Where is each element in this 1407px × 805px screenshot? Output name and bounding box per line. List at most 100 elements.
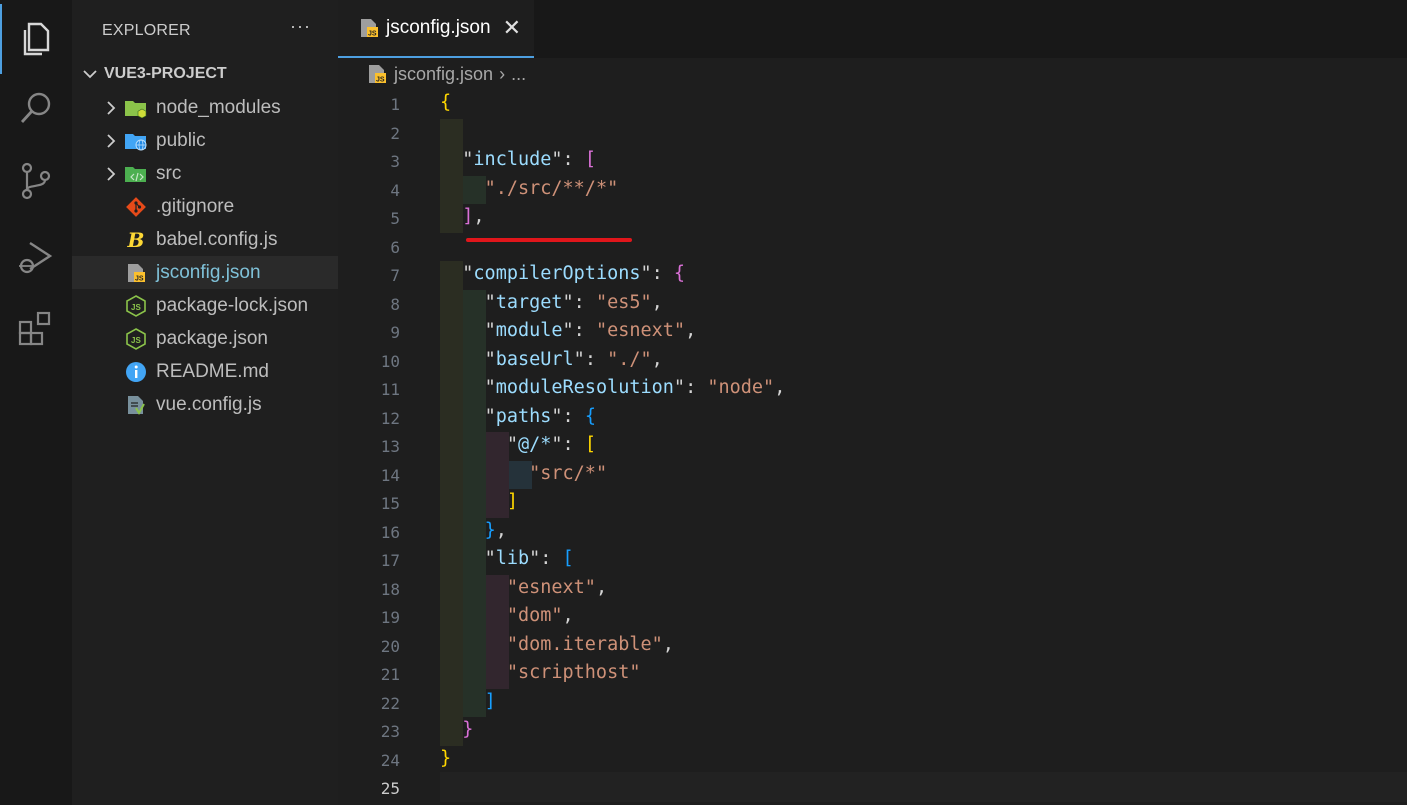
babel-icon: B xyxy=(127,227,145,252)
line-number: 12 xyxy=(380,408,400,428)
close-icon[interactable]: ✕ xyxy=(503,15,521,41)
svg-text:JS: JS xyxy=(131,303,141,312)
line-number: 24 xyxy=(380,750,400,770)
code-line: 25 xyxy=(338,774,1407,803)
code-line: 14 "src/*" xyxy=(338,461,1407,490)
project-header[interactable]: VUE3-PROJECT xyxy=(72,62,338,86)
explorer-icon[interactable] xyxy=(0,4,72,74)
line-number: 15 xyxy=(380,494,400,513)
code-line: 18 "esnext", xyxy=(338,575,1407,604)
chevron-right-icon xyxy=(98,166,124,181)
nodejs-icon: JS xyxy=(124,327,148,350)
tree-item-label: package-lock.json xyxy=(156,294,309,316)
tab-jsconfig[interactable]: JS jsconfig.json ✕ xyxy=(338,0,534,58)
code-line: 22 ] xyxy=(338,689,1407,718)
line-number: 1 xyxy=(390,95,400,114)
code-line: 12 "paths": { xyxy=(338,404,1407,433)
tree-file-gitignore[interactable]: .gitignore xyxy=(72,190,338,223)
info-icon xyxy=(124,361,148,383)
code-line: 4 "./src/**/*" xyxy=(338,176,1407,205)
tree-item-label: vue.config.js xyxy=(156,393,262,415)
code-line: 21 "scripthost" xyxy=(338,660,1407,689)
tree-file-package[interactable]: JS package.json xyxy=(72,322,338,355)
line-number: 9 xyxy=(390,323,400,342)
explorer-sidebar: EXPLORER ··· VUE3-PROJECT node_modules p… xyxy=(72,0,338,805)
tree-file-vue-config[interactable]: vue.config.js xyxy=(72,388,338,421)
code-line: 9 "module": "esnext", xyxy=(338,318,1407,347)
code-line: 15 ] xyxy=(338,489,1407,518)
tree-folder-public[interactable]: public xyxy=(72,124,338,157)
code-line: 8 "target": "es5", xyxy=(338,290,1407,319)
tree-file-readme[interactable]: README.md xyxy=(72,355,338,388)
line-number: 4 xyxy=(390,180,400,200)
tree-folder-node-modules[interactable]: node_modules xyxy=(72,91,338,124)
tree-file-package-lock[interactable]: JS package-lock.json xyxy=(72,289,338,322)
code-line: 5 ], xyxy=(338,204,1407,233)
run-debug-icon[interactable] xyxy=(0,222,72,292)
line-number: 5 xyxy=(390,209,400,228)
line-number: 14 xyxy=(380,465,400,485)
code-line: 23 } xyxy=(338,717,1407,746)
line-number: 3 xyxy=(390,152,400,171)
activity-bar xyxy=(0,0,72,805)
code-line: 11 "moduleResolution": "node", xyxy=(338,375,1407,404)
breadcrumb-separator: › xyxy=(499,63,506,84)
source-control-icon[interactable] xyxy=(0,146,72,216)
svg-text:JS: JS xyxy=(368,31,377,38)
code-line: 7 "compilerOptions": { xyxy=(338,261,1407,290)
tree-item-label: jsconfig.json xyxy=(156,261,261,283)
line-number: 13 xyxy=(380,437,400,456)
line-number: 2 xyxy=(390,123,400,143)
line-number: 11 xyxy=(380,380,400,399)
code-line: 2 xyxy=(338,119,1407,148)
more-actions-icon[interactable]: ··· xyxy=(290,16,311,37)
line-number: 22 xyxy=(380,693,400,713)
chevron-down-icon xyxy=(72,69,104,79)
line-number: 17 xyxy=(380,551,400,570)
line-number: 8 xyxy=(390,294,400,314)
tab-label: jsconfig.json xyxy=(386,17,491,38)
jsconfig-icon: JS xyxy=(358,17,380,39)
tree-file-babel-config[interactable]: B babel.config.js xyxy=(72,223,338,256)
code-line: 24} xyxy=(338,746,1407,775)
breadcrumb: JS jsconfig.json › ... xyxy=(366,62,526,86)
line-number: 21 xyxy=(380,665,400,684)
breadcrumb-file[interactable]: jsconfig.json xyxy=(394,64,493,85)
line-number: 16 xyxy=(380,522,400,542)
tree-item-label: public xyxy=(156,129,206,151)
code-line: 1{ xyxy=(338,90,1407,119)
nodejs-icon: JS xyxy=(124,294,148,317)
chevron-right-icon xyxy=(98,133,124,148)
breadcrumb-more[interactable]: ... xyxy=(511,64,526,85)
tree-folder-src[interactable]: src xyxy=(72,157,338,190)
code-line: 16 }, xyxy=(338,518,1407,547)
search-icon[interactable] xyxy=(0,74,72,144)
tab-bar: JS jsconfig.json ✕ xyxy=(338,0,1407,58)
line-number: 19 xyxy=(380,608,400,627)
tree-item-label: README.md xyxy=(156,360,269,382)
tree-item-label: src xyxy=(156,162,182,184)
code-line: 10 "baseUrl": "./", xyxy=(338,347,1407,376)
svg-text:JS: JS xyxy=(131,336,141,345)
git-icon xyxy=(124,196,148,218)
code-line: 20 "dom.iterable", xyxy=(338,632,1407,661)
line-number: 7 xyxy=(390,266,400,285)
line-number: 6 xyxy=(390,237,400,257)
line-number: 10 xyxy=(380,351,400,371)
line-number: 25 xyxy=(380,779,400,798)
extensions-icon[interactable] xyxy=(0,294,72,364)
project-name: VUE3-PROJECT xyxy=(104,65,227,82)
chevron-right-icon xyxy=(98,100,124,115)
tree-item-label: node_modules xyxy=(156,96,281,118)
jsconfig-icon: JS xyxy=(366,63,388,85)
line-number: 18 xyxy=(380,579,400,599)
tree-item-label: .gitignore xyxy=(156,195,235,217)
code-line: 3 "include": [ xyxy=(338,147,1407,176)
tree-file-jsconfig[interactable]: JS jsconfig.json xyxy=(72,256,338,289)
code-line: 17 "lib": [ xyxy=(338,546,1407,575)
editor-area: JS jsconfig.json ✕ JS jsconfig.json › ..… xyxy=(338,0,1407,805)
tree-item-label: package.json xyxy=(156,327,268,349)
tree-item-label: babel.config.js xyxy=(156,228,278,250)
svg-text:JS: JS xyxy=(376,77,385,84)
jsconfig-icon: JS xyxy=(124,262,148,284)
